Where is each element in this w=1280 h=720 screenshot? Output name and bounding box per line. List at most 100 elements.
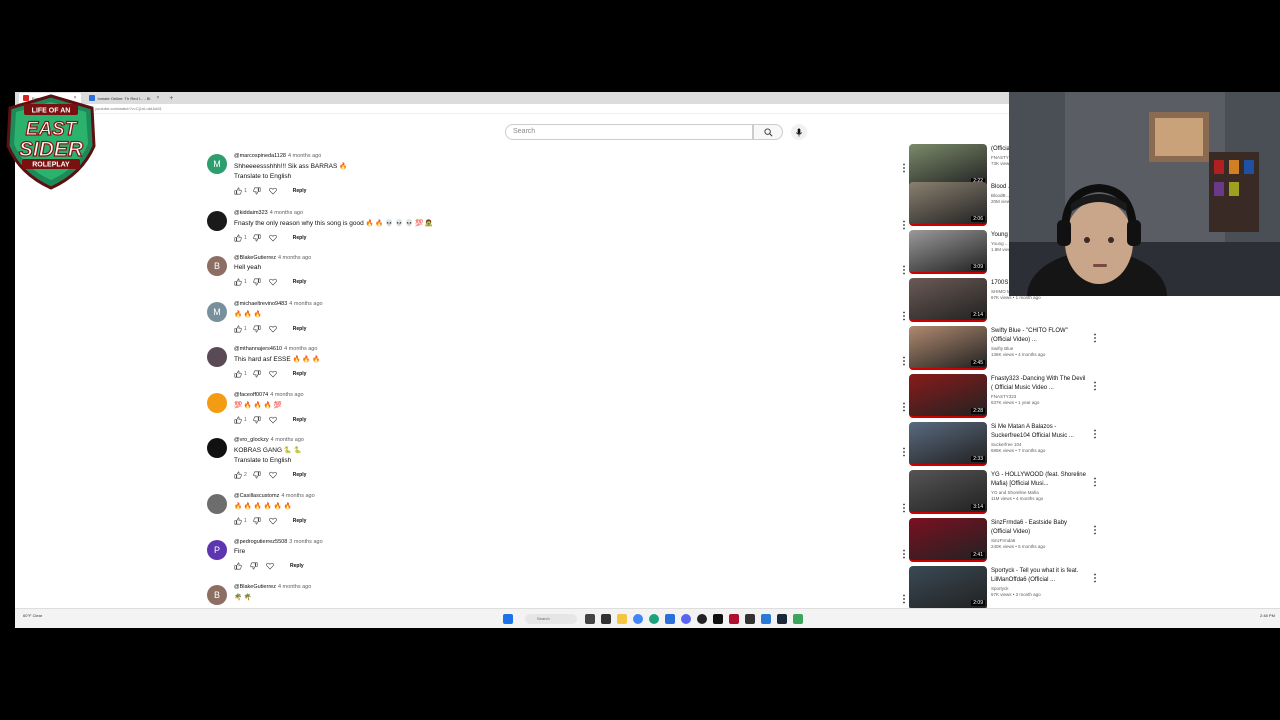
reply-button[interactable]: Reply: [293, 472, 307, 478]
app-icon[interactable]: [793, 614, 803, 624]
more-options-icon[interactable]: [901, 353, 907, 366]
video-thumbnail[interactable]: 3:14: [909, 470, 987, 514]
tab-close-icon[interactable]: ×: [156, 95, 159, 101]
folder-icon[interactable]: [617, 614, 627, 624]
comment-time[interactable]: 4 months ago: [278, 255, 311, 261]
video-thumbnail[interactable]: 2:33: [909, 422, 987, 466]
comment-author[interactable]: @BlakeGutierrez: [234, 255, 276, 261]
chrome-icon[interactable]: [633, 614, 643, 624]
comment-author[interactable]: @Casillascustomz: [234, 493, 279, 499]
like-icon[interactable]: [234, 471, 242, 479]
like-icon[interactable]: [234, 370, 242, 378]
reply-button[interactable]: Reply: [293, 235, 307, 241]
video-thumbnail[interactable]: 2:06: [909, 182, 987, 226]
reply-button[interactable]: Reply: [293, 518, 307, 524]
more-options-icon[interactable]: [901, 591, 907, 604]
more-options-icon[interactable]: [901, 262, 907, 275]
dislike-icon[interactable]: [253, 278, 261, 286]
translate-link[interactable]: Translate to English: [234, 457, 834, 464]
task-view-icon[interactable]: [585, 614, 595, 624]
dislike-icon[interactable]: [253, 325, 261, 333]
video-title[interactable]: Swifty Blue - "CHITO FLOW" (Official Vid…: [991, 327, 1087, 345]
avatar[interactable]: P: [207, 540, 227, 560]
video-title[interactable]: Sportyck - Tell you what it is feat. Lil…: [991, 567, 1087, 585]
related-video[interactable]: 2:33 Si Me Matan A Balazos - Suckerfree10…: [909, 422, 1109, 466]
translate-link[interactable]: Translate to English: [234, 173, 834, 180]
more-options-icon[interactable]: [1092, 330, 1098, 343]
more-options-icon[interactable]: [901, 444, 907, 457]
related-video[interactable]: 2:41 SinzFrmda6 - Eastside Baby (Official…: [909, 518, 1109, 562]
dislike-icon[interactable]: [250, 562, 258, 570]
like-icon[interactable]: [234, 234, 242, 242]
reply-button[interactable]: Reply: [293, 326, 307, 332]
more-options-icon[interactable]: [1092, 522, 1098, 535]
video-title[interactable]: SinzFrmda6 - Eastside Baby (Official Vid…: [991, 519, 1087, 537]
like-icon[interactable]: [234, 187, 242, 195]
more-options-icon[interactable]: [901, 500, 907, 513]
comment-time[interactable]: 4 months ago: [278, 584, 311, 590]
edge-icon[interactable]: [649, 614, 659, 624]
like-icon[interactable]: [234, 517, 242, 525]
taskbar-search[interactable]: Search: [525, 614, 577, 624]
video-title[interactable]: Si Me Matan A Balazos - Suckerfree104 Of…: [991, 423, 1087, 441]
app-icon[interactable]: [745, 614, 755, 624]
comment-time[interactable]: 3 months ago: [289, 539, 322, 545]
dislike-icon[interactable]: [253, 517, 261, 525]
reply-button[interactable]: Reply: [293, 371, 307, 377]
app-icon[interactable]: [713, 614, 723, 624]
like-icon[interactable]: [234, 416, 242, 424]
related-video[interactable]: 2:45 Swifty Blue - "CHITO FLOW" (Official…: [909, 326, 1109, 370]
dislike-icon[interactable]: [253, 416, 261, 424]
app-icon[interactable]: [729, 614, 739, 624]
comment-author[interactable]: @faceoff0074: [234, 392, 268, 398]
obs-icon[interactable]: [697, 614, 707, 624]
video-channel[interactable]: Sportyck: [991, 586, 1087, 591]
weather-widget[interactable]: 60°F Clear: [23, 613, 42, 618]
avatar[interactable]: [207, 494, 227, 514]
comment-time[interactable]: 4 months ago: [284, 346, 317, 352]
reply-button[interactable]: Reply: [290, 563, 304, 569]
video-thumbnail[interactable]: 2:28: [909, 374, 987, 418]
comment-author[interactable]: @michaeltrevino9483: [234, 301, 287, 307]
more-options-icon[interactable]: [901, 546, 907, 559]
discord-icon[interactable]: [681, 614, 691, 624]
video-title[interactable]: YG - HOLLYWOOD (feat. Shoreline Mafia) […: [991, 471, 1087, 489]
new-tab-icon[interactable]: +: [169, 95, 173, 102]
comment-time[interactable]: 4 months ago: [281, 493, 314, 499]
video-thumbnail[interactable]: 2:14: [909, 278, 987, 322]
more-options-icon[interactable]: [1092, 474, 1098, 487]
avatar[interactable]: [207, 438, 227, 458]
comment-author[interactable]: @kiddaim323: [234, 210, 268, 216]
video-channel[interactable]: SinzFrmda6: [991, 538, 1087, 543]
video-channel[interactable]: Swifty Blue: [991, 346, 1087, 351]
related-video[interactable]: 3:14 YG - HOLLYWOOD (feat. Shoreline Mafi…: [909, 470, 1109, 514]
video-thumbnail[interactable]: 2:41: [909, 518, 987, 562]
comment-author[interactable]: @BlakeGutierrez: [234, 584, 276, 590]
comment-author[interactable]: @pedrogutierrez5508: [234, 539, 287, 545]
more-options-icon[interactable]: [901, 399, 907, 412]
comment-time[interactable]: 4 months ago: [270, 210, 303, 216]
video-channel[interactable]: FNASTY323: [991, 394, 1087, 399]
video-thumbnail[interactable]: 3:09: [909, 230, 987, 274]
like-icon[interactable]: [234, 325, 242, 333]
related-video[interactable]: 2:09 Sportyck - Tell you what it is feat.…: [909, 566, 1109, 610]
search-button[interactable]: [753, 124, 783, 140]
dislike-icon[interactable]: [253, 370, 261, 378]
search-input[interactable]: Search: [505, 124, 753, 140]
avatar[interactable]: [207, 393, 227, 413]
like-icon[interactable]: [234, 278, 242, 286]
video-channel[interactable]: YG and Shoreline Mafia: [991, 490, 1087, 495]
reply-button[interactable]: Reply: [293, 279, 307, 285]
comment-time[interactable]: 4 months ago: [288, 153, 321, 159]
file-explorer-icon[interactable]: [601, 614, 611, 624]
avatar[interactable]: [207, 211, 227, 231]
store-icon[interactable]: [665, 614, 675, 624]
comment-time[interactable]: 4 months ago: [271, 437, 304, 443]
more-options-icon[interactable]: [901, 217, 907, 230]
related-video[interactable]: 2:28 Fnasty323 -Dancing With The Devil ( …: [909, 374, 1109, 418]
reply-button[interactable]: Reply: [293, 417, 307, 423]
more-options-icon[interactable]: [1092, 378, 1098, 391]
comment-author[interactable]: @mthannajers4610: [234, 346, 282, 352]
video-thumbnail[interactable]: 2:45: [909, 326, 987, 370]
avatar[interactable]: [207, 347, 227, 367]
